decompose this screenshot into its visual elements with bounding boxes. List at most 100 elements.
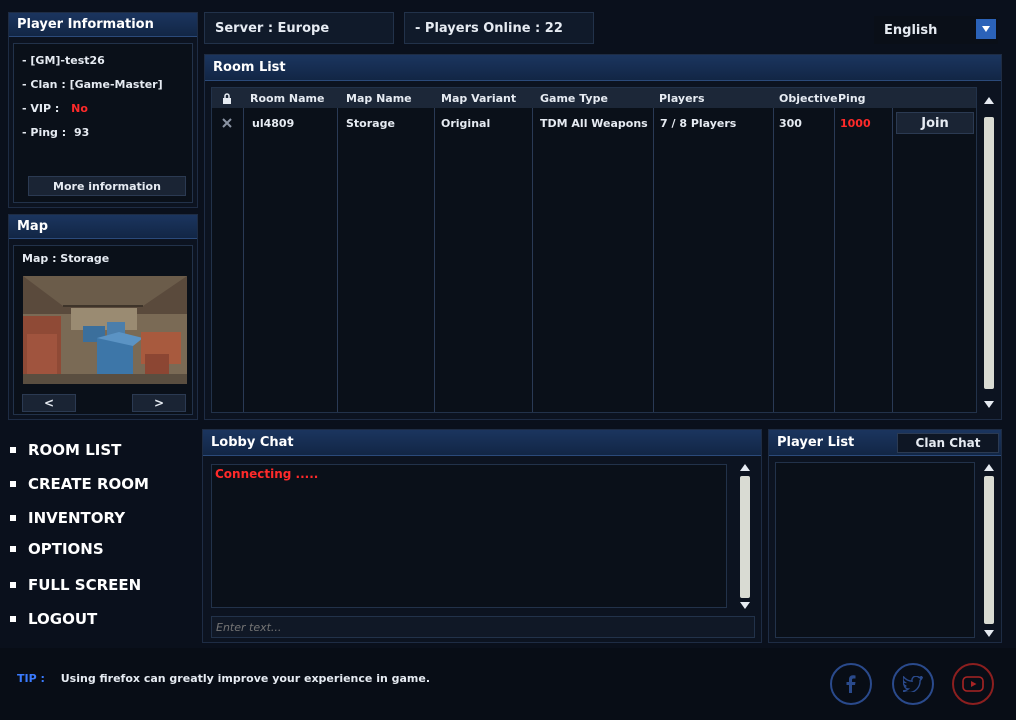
player-name: - [GM]-test26: [22, 54, 105, 67]
player-info-body: - [GM]-test26 - Clan : [Game-Master] - V…: [13, 43, 193, 203]
player-info-panel: Player Information - [GM]-test26 - Clan …: [8, 12, 198, 208]
player-info-title: Player Information: [17, 17, 154, 32]
player-list-tab[interactable]: Player List: [777, 435, 854, 450]
room-name-cell: ul4809: [252, 116, 295, 130]
menu-create-room-label: CREATE ROOM: [28, 475, 149, 493]
map-name-label: Map : Storage: [22, 252, 110, 265]
scroll-up-icon[interactable]: [984, 464, 994, 471]
twitter-icon[interactable]: [892, 663, 934, 705]
player-clan: - Clan : [Game-Master]: [22, 78, 163, 91]
map-name-cell: Storage: [346, 116, 395, 130]
map-preview-image: [23, 276, 187, 384]
objective-cell: 300: [779, 116, 802, 130]
grid-line: [434, 108, 435, 412]
menu-inventory[interactable]: INVENTORY: [10, 508, 125, 528]
scroll-up-icon[interactable]: [984, 97, 994, 104]
player-ping: - Ping : 93: [22, 126, 89, 139]
scroll-down-icon[interactable]: [984, 630, 994, 637]
ping-label: - Ping :: [22, 126, 67, 139]
scroll-thumb[interactable]: [984, 117, 994, 389]
tip-text-line: TIP : Using firefox can greatly improve …: [17, 672, 430, 685]
menu-room-list[interactable]: ROOM LIST: [10, 440, 121, 460]
room-table-header: Room Name Map Name Map Variant Game Type…: [212, 88, 976, 108]
close-icon: [222, 110, 232, 136]
bullet-icon: [10, 515, 16, 521]
lobby-chat-header: Lobby Chat: [203, 430, 761, 456]
game-type-cell: TDM All Weapons: [540, 116, 648, 130]
ping-cell: 1000: [840, 116, 871, 130]
facebook-icon[interactable]: [830, 663, 872, 705]
scroll-up-icon[interactable]: [740, 464, 750, 471]
grid-line: [532, 108, 533, 412]
grid-line: [243, 108, 244, 412]
clan-chat-tab[interactable]: Clan Chat: [897, 433, 999, 453]
server-label: Server : Europe: [215, 20, 330, 36]
menu-inventory-label: INVENTORY: [28, 509, 126, 527]
menu-options[interactable]: OPTIONS: [10, 539, 104, 559]
menu-full-screen[interactable]: FULL SCREEN: [10, 575, 141, 595]
footer-bar: TIP : Using firefox can greatly improve …: [0, 648, 1016, 720]
scroll-thumb[interactable]: [984, 476, 994, 624]
col-players: Players: [659, 91, 705, 105]
chat-input[interactable]: [211, 616, 755, 638]
map-next-button[interactable]: >: [132, 394, 186, 412]
lobby-chat-panel: Lobby Chat Connecting .....: [202, 429, 762, 643]
map-title: Map: [17, 219, 49, 234]
map-body: Map : Storage < >: [13, 245, 193, 415]
youtube-icon[interactable]: [952, 663, 994, 705]
language-select[interactable]: English: [874, 16, 998, 44]
menu-create-room[interactable]: CREATE ROOM: [10, 474, 149, 494]
tip-label: TIP :: [17, 672, 45, 685]
room-list-header: Room List: [205, 55, 1001, 81]
vip-label: - VIP :: [22, 102, 60, 115]
room-list-scrollbar[interactable]: [981, 95, 997, 411]
players-online-label: - Players Online : 22: [415, 20, 563, 36]
player-list-area: [775, 462, 975, 638]
map-header: Map: [9, 215, 197, 239]
grid-line: [653, 108, 654, 412]
player-list-header: Player List Clan Chat: [769, 430, 1001, 456]
chat-scrollbar[interactable]: [737, 462, 753, 612]
clan-value: [Game-Master]: [69, 78, 163, 91]
players-cell: 7 / 8 Players: [660, 116, 737, 130]
col-map-name: Map Name: [346, 91, 412, 105]
map-panel: Map Map : Storage < >: [8, 214, 198, 420]
join-button[interactable]: Join: [896, 112, 974, 134]
menu-room-list-label: ROOM LIST: [28, 441, 122, 459]
map-prev-button[interactable]: <: [22, 394, 76, 412]
menu-options-label: OPTIONS: [28, 540, 104, 558]
more-information-button[interactable]: More information: [28, 176, 186, 196]
bullet-icon: [10, 582, 16, 588]
chat-messages-area: Connecting .....: [211, 464, 727, 608]
table-row[interactable]: ul4809 Storage Original TDM All Weapons …: [212, 110, 976, 136]
bullet-icon: [10, 447, 16, 453]
grid-line: [892, 108, 893, 412]
player-info-header: Player Information: [9, 13, 197, 37]
chevron-down-icon[interactable]: [976, 19, 996, 39]
grid-line: [337, 108, 338, 412]
room-list-panel: Room List Room Name Map Name Map Variant…: [204, 54, 1002, 420]
lock-icon: [222, 88, 232, 108]
player-list-scrollbar[interactable]: [981, 462, 997, 640]
server-box: Server : Europe: [204, 12, 394, 44]
scroll-down-icon[interactable]: [740, 602, 750, 609]
menu-logout[interactable]: LOGOUT: [10, 609, 97, 629]
col-objective: Objective: [779, 91, 838, 105]
bullet-icon: [10, 616, 16, 622]
grid-line: [834, 108, 835, 412]
map-variant-cell: Original: [441, 116, 491, 130]
col-game-type: Game Type: [540, 91, 608, 105]
main-menu: ROOM LIST CREATE ROOM INVENTORY OPTIONS …: [10, 440, 200, 636]
room-list-table: Room Name Map Name Map Variant Game Type…: [211, 87, 977, 413]
players-online-box: - Players Online : 22: [404, 12, 594, 44]
grid-line: [773, 108, 774, 412]
menu-full-screen-label: FULL SCREEN: [28, 576, 142, 594]
language-value: English: [884, 22, 938, 38]
tip-text: Using firefox can greatly improve your e…: [60, 672, 431, 685]
lobby-chat-title: Lobby Chat: [211, 435, 294, 450]
scroll-down-icon[interactable]: [984, 401, 994, 408]
vip-value: No: [71, 102, 88, 115]
bullet-icon: [10, 546, 16, 552]
col-room-name: Room Name: [250, 91, 325, 105]
scroll-thumb[interactable]: [740, 476, 750, 598]
